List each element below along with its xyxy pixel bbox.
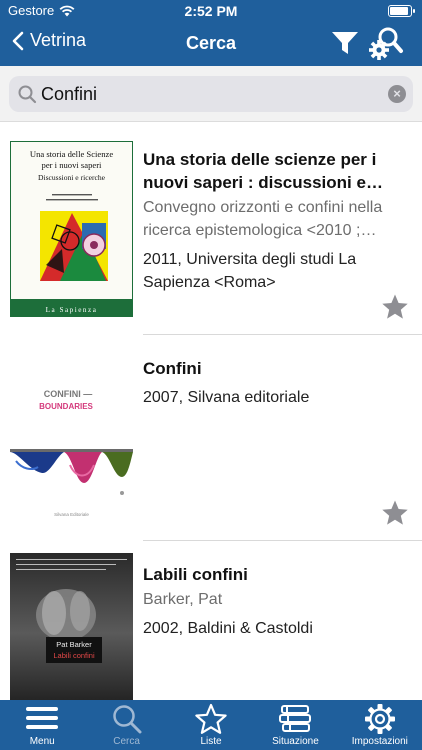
result-subtitle: Barker, Pat <box>143 591 223 608</box>
star-icon <box>195 703 227 734</box>
search-icon <box>18 85 37 104</box>
tab-label: Situazione <box>272 736 319 747</box>
back-label: Vetrina <box>30 30 87 50</box>
tab-bar: Menu Cerca Liste Situazione Impostazioni <box>0 700 422 750</box>
gear-icon <box>364 704 395 734</box>
result-publication: 2002, Baldini & Castoldi <box>143 620 313 637</box>
status-bar: Gestore 2:52 PM <box>0 0 422 22</box>
result-item[interactable]: Pat Barker Labili confini Labili confini… <box>0 541 422 700</box>
clear-search-button[interactable]: × <box>388 85 406 103</box>
filter-icon[interactable] <box>330 28 360 58</box>
cover-line-1: Una storia delle Scienze <box>30 149 113 159</box>
search-settings-icon[interactable] <box>368 25 404 61</box>
tab-label: Impostazioni <box>351 736 408 747</box>
tab-label: Liste <box>200 736 222 747</box>
result-title: Una storia delle scienze per i nuovi sap… <box>143 150 377 192</box>
status-time: 2:52 PM <box>184 3 238 19</box>
chevron-left-icon <box>12 31 24 50</box>
result-item[interactable]: CONFINI — BOUNDARIES Silvana Editoriale … <box>0 335 422 540</box>
book-cover: CONFINI — BOUNDARIES Silvana Editoriale <box>10 353 133 525</box>
navigation-bar: Vetrina Cerca <box>0 22 422 66</box>
result-subtitle: Convegno orizzonti e confini nella ricer… <box>143 199 383 239</box>
result-publication: 2011, Universita degli studi La Sapienza… <box>143 251 357 291</box>
tab-lists[interactable]: Liste <box>169 700 253 750</box>
result-publication: 2007, Silvana editoriale <box>143 389 310 406</box>
tab-menu[interactable]: Menu <box>0 700 84 750</box>
books-icon <box>279 705 312 732</box>
cover-footer: La Sapienza <box>46 306 98 314</box>
result-item[interactable]: Una storia delle Scienze per i nuovi sap… <box>0 122 422 334</box>
search-box: × <box>9 76 413 112</box>
tab-settings[interactable]: Impostazioni <box>338 700 422 750</box>
result-info: Confini 2007, Silvana editoriale <box>143 357 413 409</box>
search-bar-container: × <box>0 66 422 122</box>
tab-search[interactable]: Cerca <box>84 700 168 750</box>
result-title: Labili confini <box>143 565 248 584</box>
top-bar: Gestore 2:52 PM Vetrina Cerca <box>0 0 422 66</box>
favorite-star-icon[interactable] <box>381 293 409 321</box>
favorite-star-icon[interactable] <box>381 499 409 527</box>
battery-icon <box>388 5 415 17</box>
menu-icon <box>26 707 59 729</box>
cover-line-1: CONFINI — <box>44 389 93 399</box>
tab-situation[interactable]: Situazione <box>253 700 337 750</box>
cover-line-2: per i nuovi saperi <box>42 160 103 170</box>
results-list: Una storia delle Scienze per i nuovi sap… <box>0 122 422 700</box>
result-info: Labili confini Barker, Pat 2002, Baldini… <box>143 563 413 640</box>
cover-line-2: BOUNDARIES <box>39 402 93 411</box>
search-icon <box>112 705 142 734</box>
cover-title: Labili confini <box>53 651 95 660</box>
cover-line-3: Discussioni e ricerche <box>38 173 106 182</box>
book-cover: Pat Barker Labili confini <box>10 553 133 700</box>
book-cover: Una storia delle Scienze per i nuovi sap… <box>10 141 133 317</box>
cover-author: Pat Barker <box>56 640 92 649</box>
result-title: Confini <box>143 359 202 378</box>
result-info: Una storia delle scienze per i nuovi sap… <box>143 148 413 294</box>
back-button[interactable]: Vetrina <box>12 30 86 51</box>
svg-text:Silvana Editoriale: Silvana Editoriale <box>54 512 89 517</box>
search-input[interactable] <box>41 80 381 108</box>
tab-label: Menu <box>29 736 55 747</box>
tab-label: Cerca <box>113 736 140 747</box>
